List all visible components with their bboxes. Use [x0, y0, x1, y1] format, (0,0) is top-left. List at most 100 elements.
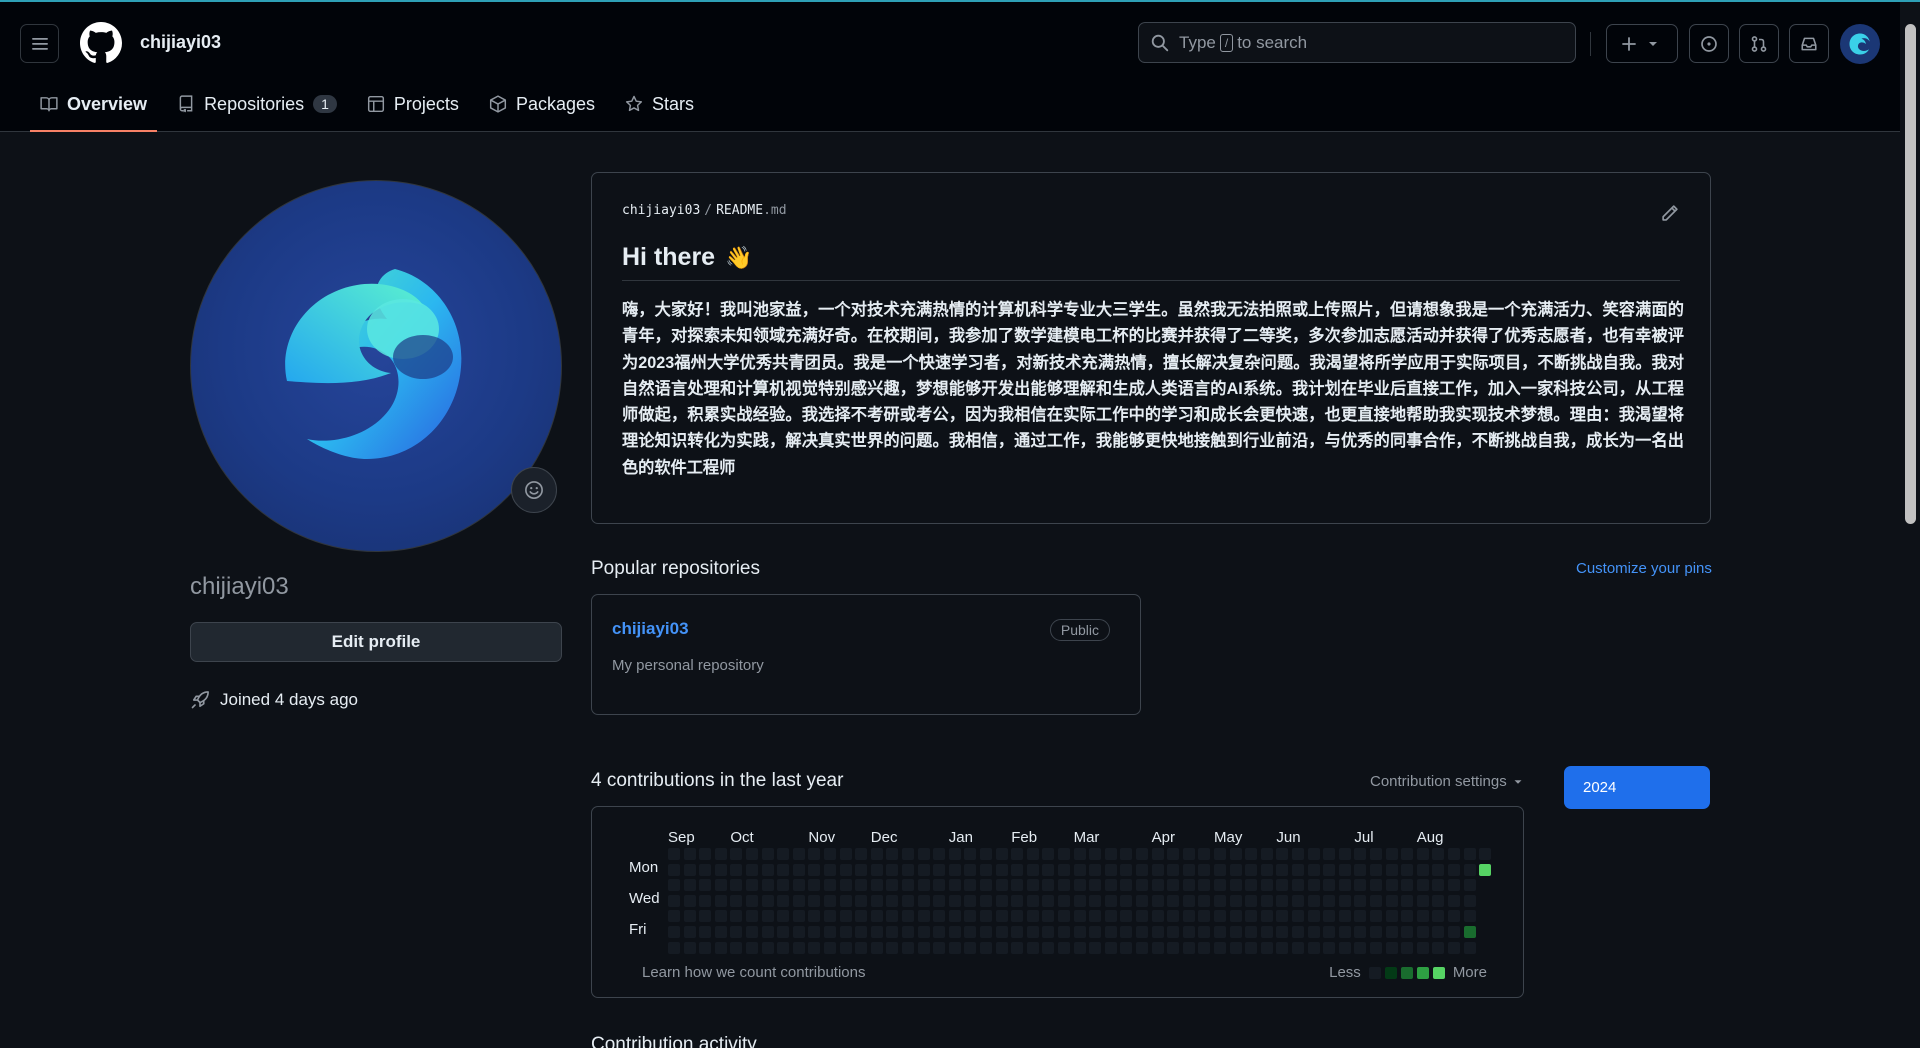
contribution-day-cell[interactable] [839, 941, 852, 954]
contribution-day-cell[interactable] [746, 926, 758, 938]
contribution-day-cell[interactable] [1292, 894, 1304, 907]
contribution-day-cell[interactable] [1479, 863, 1492, 876]
scrollbar-thumb[interactable] [1905, 24, 1916, 524]
contribution-day-cell[interactable] [808, 879, 821, 892]
contribution-day-cell[interactable] [1182, 926, 1195, 938]
contribution-day-cell[interactable] [870, 910, 883, 923]
contribution-day-cell[interactable] [824, 910, 836, 923]
contribution-day-cell[interactable] [1104, 910, 1117, 923]
contribution-day-cell[interactable] [917, 894, 930, 907]
contribution-day-cell[interactable] [980, 910, 992, 923]
contribution-day-cell[interactable] [1011, 910, 1024, 923]
contribution-day-cell[interactable] [1401, 879, 1414, 892]
contribution-day-cell[interactable] [839, 910, 852, 923]
contribution-day-cell[interactable] [777, 863, 790, 876]
contribution-day-cell[interactable] [761, 926, 774, 938]
contribution-day-cell[interactable] [1307, 910, 1320, 923]
contribution-day-cell[interactable] [1370, 910, 1382, 923]
contribution-day-cell[interactable] [886, 863, 899, 876]
contribution-day-cell[interactable] [1167, 848, 1180, 860]
contribution-day-cell[interactable] [1448, 863, 1460, 876]
contribution-day-cell[interactable] [1416, 894, 1429, 907]
contribution-day-cell[interactable] [777, 941, 790, 954]
contribution-day-cell[interactable] [1136, 879, 1148, 892]
contribution-day-cell[interactable] [1042, 926, 1055, 938]
contribution-day-cell[interactable] [870, 863, 883, 876]
contribution-day-cell[interactable] [1463, 863, 1476, 876]
contribution-day-cell[interactable] [668, 848, 680, 860]
contribution-day-cell[interactable] [668, 863, 680, 876]
contribution-day-cell[interactable] [1229, 848, 1242, 860]
contribution-day-cell[interactable] [1245, 863, 1258, 876]
contribution-day-cell[interactable] [1354, 910, 1367, 923]
contribution-day-cell[interactable] [1026, 894, 1039, 907]
contribution-day-cell[interactable] [1432, 926, 1445, 938]
contribution-day-cell[interactable] [746, 894, 758, 907]
contribution-day-cell[interactable] [1276, 910, 1289, 923]
contribution-day-cell[interactable] [1073, 894, 1086, 907]
contribution-day-cell[interactable] [1245, 848, 1258, 860]
contribution-day-cell[interactable] [1401, 941, 1414, 954]
contribution-day-cell[interactable] [792, 848, 805, 860]
issues-button[interactable] [1689, 24, 1729, 63]
contribution-day-cell[interactable] [917, 879, 930, 892]
contribution-day-cell[interactable] [730, 894, 743, 907]
contribution-day-cell[interactable] [948, 863, 961, 876]
contribution-day-cell[interactable] [1182, 879, 1195, 892]
contribution-day-cell[interactable] [1479, 848, 1492, 860]
contribution-day-cell[interactable] [855, 894, 868, 907]
contribution-day-cell[interactable] [1042, 848, 1055, 860]
contribution-day-cell[interactable] [1448, 941, 1460, 954]
contribution-day-cell[interactable] [1151, 941, 1164, 954]
contribution-day-cell[interactable] [980, 848, 992, 860]
contribution-day-cell[interactable] [964, 894, 977, 907]
contribution-day-cell[interactable] [1198, 879, 1211, 892]
contribution-day-cell[interactable] [714, 848, 727, 860]
tab-projects[interactable]: Projects [357, 84, 469, 124]
contribution-day-cell[interactable] [886, 879, 899, 892]
contribution-day-cell[interactable] [668, 894, 680, 907]
contribution-day-cell[interactable] [1058, 848, 1070, 860]
contribution-day-cell[interactable] [1276, 879, 1289, 892]
contribution-day-cell[interactable] [1026, 941, 1039, 954]
contribution-day-cell[interactable] [1011, 879, 1024, 892]
contribution-day-cell[interactable] [1370, 941, 1382, 954]
contribution-day-cell[interactable] [1089, 879, 1102, 892]
contribution-day-cell[interactable] [1011, 926, 1024, 938]
contribution-day-cell[interactable] [1198, 894, 1211, 907]
contribution-day-cell[interactable] [1182, 863, 1195, 876]
contribution-day-cell[interactable] [1370, 894, 1382, 907]
contribution-day-cell[interactable] [1229, 879, 1242, 892]
contribution-day-cell[interactable] [917, 863, 930, 876]
contribution-day-cell[interactable] [839, 848, 852, 860]
contribution-day-cell[interactable] [855, 926, 868, 938]
contribution-day-cell[interactable] [948, 926, 961, 938]
contribution-day-cell[interactable] [1260, 910, 1273, 923]
contribution-day-cell[interactable] [1214, 848, 1226, 860]
create-new-button[interactable] [1606, 24, 1678, 63]
contribution-day-cell[interactable] [1401, 863, 1414, 876]
contribution-day-cell[interactable] [1416, 848, 1429, 860]
contribution-day-cell[interactable] [1167, 894, 1180, 907]
contribution-day-cell[interactable] [1245, 926, 1258, 938]
contribution-day-cell[interactable] [668, 879, 680, 892]
github-logo-icon[interactable] [80, 22, 122, 64]
contribution-day-cell[interactable] [824, 848, 836, 860]
contribution-day-cell[interactable] [1167, 910, 1180, 923]
contribution-day-cell[interactable] [980, 926, 992, 938]
contribution-day-cell[interactable] [777, 879, 790, 892]
contribution-day-cell[interactable] [870, 848, 883, 860]
contribution-day-cell[interactable] [1214, 910, 1226, 923]
contribution-day-cell[interactable] [1104, 926, 1117, 938]
inbox-button[interactable] [1789, 24, 1829, 63]
contribution-day-cell[interactable] [1416, 941, 1429, 954]
edit-readme-button[interactable] [1660, 203, 1680, 228]
contribution-day-cell[interactable] [1120, 879, 1133, 892]
contribution-day-cell[interactable] [1120, 941, 1133, 954]
contribution-day-cell[interactable] [980, 941, 992, 954]
header-username[interactable]: chijiayi03 [140, 32, 221, 53]
contribution-day-cell[interactable] [1198, 863, 1211, 876]
menu-button[interactable] [20, 24, 59, 63]
contribution-day-cell[interactable] [964, 863, 977, 876]
contribution-day-cell[interactable] [730, 926, 743, 938]
